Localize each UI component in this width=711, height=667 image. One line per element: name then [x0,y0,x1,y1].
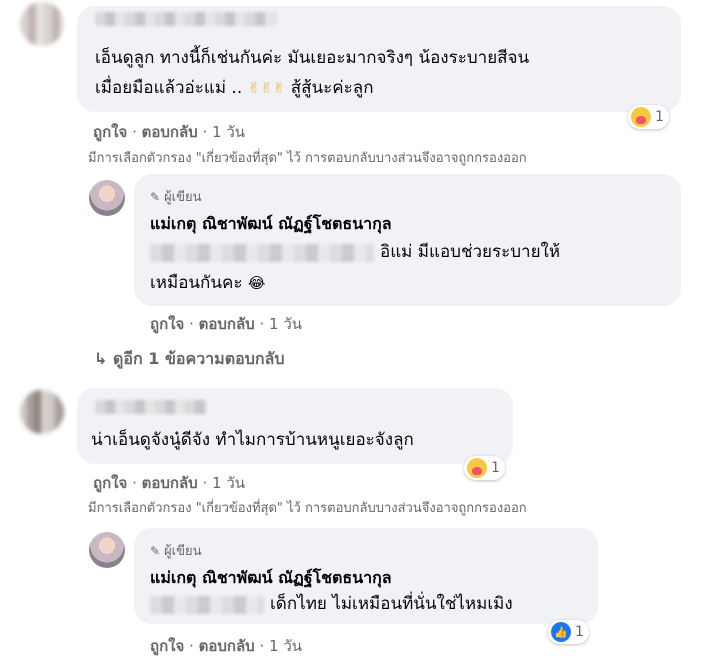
separator: · [189,637,194,655]
reaction-count: 1 [491,460,500,476]
reply-button[interactable]: ตอบกลับ [199,315,255,333]
reply-button[interactable]: ตอบกลับ [142,474,198,492]
avatar[interactable] [20,2,64,46]
separator: · [132,474,137,492]
comment-text: น่าเอ็นดูจังนู๋ดีจัง ทำไมการบ้านหนูเยอะจ… [91,430,414,450]
like-reaction-icon: 👍 [551,622,571,642]
author-avatar[interactable] [89,180,125,216]
reply-bubble: ✎ ผู้เขียน แม่เกตุ ณิชาพัฒน์ ณัฏฐ์โชตธนา… [134,174,681,306]
separator: · [202,474,208,492]
reaction-summary[interactable]: 1 [464,456,505,480]
reply-actions: ถูกใจ · ตอบกลับ · 1 วัน [150,312,302,336]
reaction-summary[interactable]: 👍 1 [548,620,589,644]
pencil-icon: ✎ [150,543,161,558]
view-more-replies-label: ดูอีก 1 ข้อความตอบกลับ [112,349,285,368]
comment-bubble: เอ็นดูลูก ทางนี้ก็เช่นกันค่ะ มันเยอะมากจ… [77,6,681,112]
reply-button[interactable]: ตอบกลับ [199,637,255,655]
reply-text: เหมือนกันคะ [150,273,243,293]
reply-arrow-icon: ↳ [94,349,108,368]
filter-note: มีการเลือกตัวกรอง "เกี่ยวข้องที่สุด" ไว้… [88,151,527,166]
like-button[interactable]: ถูกใจ [93,474,127,492]
author-avatar[interactable] [89,532,125,568]
separator: · [189,315,194,333]
care-reaction-icon [467,458,487,478]
reply-bubble: ✎ ผู้เขียน แม่เกตุ ณิชาพัฒน์ ณัฏฐ์โชตธนา… [134,528,598,624]
timestamp[interactable]: 1 วัน [212,123,245,141]
like-button[interactable]: ถูกใจ [150,315,184,333]
comment-text-tail: สู้สู้นะค่ะลูก [290,78,374,98]
commenter-name[interactable] [95,400,207,414]
reply-button[interactable]: ตอบกลับ [142,123,198,141]
reply-text: เด็กไทย ไม่เหมือนที่นั่นใช่ไหมเมิง [270,594,513,614]
reply-text-line: เด็กไทย ไม่เหมือนที่นั่นใช่ไหมเมิง [150,590,590,619]
separator: · [259,637,265,655]
comment-text: เมื่อยมือแล้วอ่ะแม่ .. [95,78,243,98]
view-more-replies[interactable]: ↳ ดูอีก 1 ข้อความตอบกลับ [94,347,285,372]
author-badge-label: ผู้เขียน [164,544,202,559]
reply-text-line-2: เหมือนกันคะ 😂 [150,269,265,298]
filter-note: มีการเลือกตัวกรอง "เกี่ยวข้องที่สุด" ไว้… [88,501,527,516]
separator: · [202,123,208,141]
pencil-icon: ✎ [150,189,161,204]
separator: · [259,315,265,333]
like-button[interactable]: ถูกใจ [150,637,184,655]
mention-blur [150,596,264,614]
care-reaction-icon [631,107,651,127]
separator: · [132,123,137,141]
author-badge-label: ผู้เขียน [164,190,202,205]
author-badge: ✎ ผู้เขียน [150,540,202,561]
victory-hand-emoji: ✌✌✌ [247,79,286,97]
author-name[interactable]: แม่เกตุ ณิชาพัฒน์ ณัฏฐ์โชตธนากุล [150,566,392,591]
laughing-emoji: 😂 [247,274,266,292]
reaction-count: 1 [655,109,664,125]
reaction-count: 1 [575,624,584,640]
mention-blur [150,244,374,262]
comment-bubble: น่าเอ็นดูจังนู๋ดีจัง ทำไมการบ้านหนูเยอะจ… [77,388,513,464]
timestamp[interactable]: 1 วัน [212,474,245,492]
timestamp[interactable]: 1 วัน [269,315,302,333]
author-name[interactable]: แม่เกตุ ณิชาพัฒน์ ณัฏฐ์โชตธนากุล [150,212,392,237]
author-badge: ✎ ผู้เขียน [150,186,202,207]
avatar[interactable] [20,390,64,434]
reply-actions: ถูกใจ · ตอบกลับ · 1 วัน [150,634,302,658]
timestamp[interactable]: 1 วัน [269,637,302,655]
comment-actions: ถูกใจ · ตอบกลับ · 1 วัน [93,120,245,144]
comment-actions: ถูกใจ · ตอบกลับ · 1 วัน [93,471,245,495]
commenter-name[interactable] [95,12,277,26]
like-button[interactable]: ถูกใจ [93,123,127,141]
reply-text: อิแม่ มีแอบช่วยระบายให้ [380,242,561,262]
comment-text-line-2: เมื่อยมือแล้วอ่ะแม่ .. ✌✌✌ สู้สู้นะค่ะลู… [95,74,374,103]
comment-text-line-1: เอ็นดูลูก ทางนี้ก็เช่นกันค่ะ มันเยอะมากจ… [95,48,530,68]
reaction-summary[interactable]: 1 [628,105,669,129]
reply-text-line-1: อิแม่ มีแอบช่วยระบายให้ [150,238,610,267]
